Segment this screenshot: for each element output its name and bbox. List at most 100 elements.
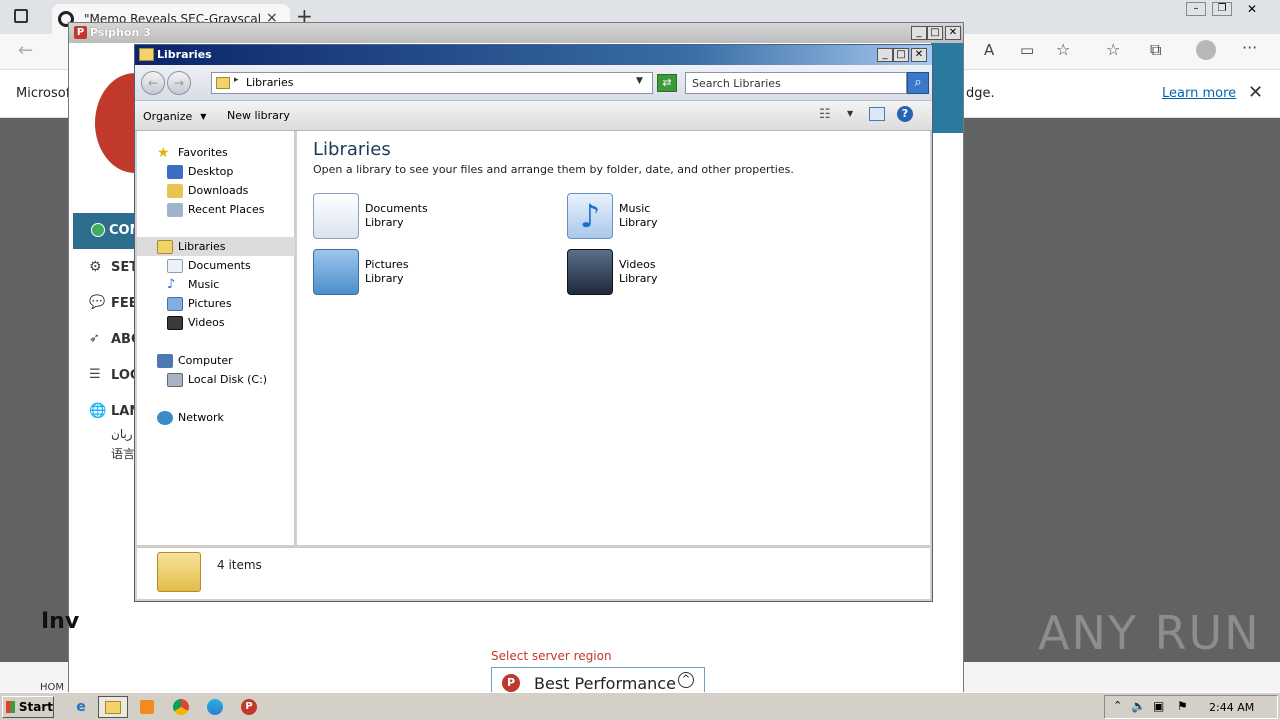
list-icon: ☰ bbox=[89, 367, 101, 382]
profile-avatar[interactable] bbox=[1196, 40, 1216, 60]
browser-restore-button[interactable]: ❐ bbox=[1212, 2, 1232, 16]
psiphon-titlebar: P Psiphon 3 _ □ ✕ bbox=[69, 23, 963, 43]
immersive-reader-icon[interactable]: ▭ bbox=[1020, 41, 1034, 59]
explorer-titlebar: Libraries _ □ ✕ bbox=[135, 45, 932, 65]
windows-logo-icon bbox=[6, 701, 15, 713]
nav-pictures[interactable]: Pictures bbox=[137, 294, 295, 313]
taskbar-media-player-icon[interactable] bbox=[132, 696, 162, 718]
nav-local-disk[interactable]: Local Disk (C:) bbox=[137, 370, 295, 389]
help-icon[interactable]: ? bbox=[897, 106, 913, 122]
page-heading-partial: Inv bbox=[41, 609, 80, 634]
nav-label: Videos bbox=[188, 316, 225, 329]
language-option-persian[interactable]: ربان bbox=[111, 427, 133, 441]
address-dropdown-icon[interactable]: ▼ bbox=[636, 76, 643, 86]
rocket-icon: ➶ bbox=[89, 331, 100, 346]
nav-label: Pictures bbox=[188, 297, 232, 310]
view-options-icon[interactable]: ☷ bbox=[819, 107, 831, 122]
explorer-close-button[interactable]: ✕ bbox=[911, 48, 927, 62]
library-tile-pictures[interactable]: Pictures Library bbox=[313, 249, 409, 295]
nav-label: Libraries bbox=[178, 240, 226, 253]
recent-places-icon bbox=[167, 202, 183, 217]
psiphon-maximize-button[interactable]: □ bbox=[927, 26, 943, 40]
nav-documents[interactable]: Documents bbox=[137, 256, 295, 275]
start-button[interactable]: Start bbox=[2, 696, 54, 718]
taskbar-ie-icon[interactable]: e bbox=[66, 696, 96, 718]
nav-label: Local Disk (C:) bbox=[188, 373, 268, 386]
psiphon-close-button[interactable]: ✕ bbox=[945, 26, 961, 40]
taskbar-chrome-icon[interactable] bbox=[166, 696, 196, 718]
psiphon-header-band bbox=[931, 43, 963, 133]
nav-label: Favorites bbox=[178, 146, 228, 159]
collections-icon[interactable]: ⧉ bbox=[1150, 40, 1161, 60]
new-library-button[interactable]: New library bbox=[227, 109, 290, 122]
taskbar-edge-icon[interactable] bbox=[200, 696, 230, 718]
library-type: Library bbox=[619, 216, 658, 229]
browser-minimize-button[interactable]: – bbox=[1186, 2, 1206, 16]
network-icon bbox=[157, 410, 173, 425]
nav-videos[interactable]: Videos bbox=[137, 313, 295, 332]
infobar-close-icon[interactable]: ✕ bbox=[1248, 82, 1263, 103]
music-library-icon: ♪ bbox=[567, 193, 613, 239]
music-icon: ♪ bbox=[167, 276, 176, 292]
star-icon: ★ bbox=[157, 144, 170, 161]
pictures-library-icon bbox=[313, 249, 359, 295]
library-name: Music bbox=[619, 202, 651, 215]
videos-library-icon bbox=[567, 249, 613, 295]
nav-libraries[interactable]: Libraries bbox=[137, 237, 295, 256]
read-aloud-icon[interactable]: A bbox=[984, 41, 994, 59]
explorer-details-pane: 4 items bbox=[137, 547, 930, 599]
libraries-large-icon bbox=[157, 552, 201, 592]
infobar-text-tail: dge. bbox=[966, 86, 995, 101]
psiphon-region-icon: P bbox=[502, 674, 520, 692]
refresh-button[interactable]: ⇄ bbox=[657, 74, 677, 92]
nav-desktop[interactable]: Desktop bbox=[137, 162, 295, 181]
taskbar-explorer-icon[interactable] bbox=[98, 696, 128, 718]
gear-icon: ⚙ bbox=[89, 259, 102, 275]
favorites-icon[interactable]: ☆ bbox=[1106, 40, 1120, 59]
library-tile-music[interactable]: ♪ Music Library bbox=[567, 193, 657, 239]
explorer-title: Libraries bbox=[157, 48, 212, 61]
explorer-maximize-button[interactable]: □ bbox=[893, 48, 909, 62]
search-placeholder: Search Libraries bbox=[692, 77, 781, 90]
view-dropdown-icon[interactable]: ▼ bbox=[847, 109, 853, 118]
nav-label: Music bbox=[188, 278, 220, 291]
preview-pane-icon[interactable] bbox=[869, 107, 885, 121]
network-tray-icon[interactable]: ▣ bbox=[1153, 699, 1164, 713]
browser-close-button[interactable]: ✕ bbox=[1242, 2, 1262, 16]
address-field[interactable]: ▸ Libraries ▼ bbox=[211, 72, 653, 94]
psiphon-logo-icon: P bbox=[74, 26, 87, 39]
videos-icon bbox=[167, 315, 183, 330]
psiphon-minimize-button[interactable]: _ bbox=[911, 26, 927, 40]
tab-actions-icon[interactable] bbox=[14, 9, 28, 23]
nav-favorites[interactable]: ★ Favorites bbox=[137, 143, 295, 162]
nav-computer[interactable]: Computer bbox=[137, 351, 295, 370]
nav-network[interactable]: Network bbox=[137, 408, 295, 427]
add-favorite-icon[interactable]: ☆ bbox=[1056, 40, 1070, 59]
learn-more-link[interactable]: Learn more bbox=[1162, 86, 1236, 101]
back-arrow-icon[interactable]: ← bbox=[18, 40, 33, 61]
library-tile-documents[interactable]: Documents Library bbox=[313, 193, 428, 239]
language-option-chinese[interactable]: 语言 bbox=[111, 445, 135, 462]
taskbar-psiphon-icon[interactable]: P bbox=[234, 696, 264, 718]
search-input[interactable]: Search Libraries bbox=[685, 72, 907, 94]
volume-icon[interactable]: 🔈 bbox=[1131, 699, 1146, 713]
more-menu-icon[interactable]: ··· bbox=[1242, 38, 1257, 57]
comment-icon: 💬 bbox=[89, 295, 106, 310]
tray-expand-icon[interactable]: ⌃ bbox=[1113, 699, 1122, 712]
library-tile-videos[interactable]: Videos Library bbox=[567, 249, 657, 295]
nav-recent-places[interactable]: Recent Places bbox=[137, 200, 295, 219]
forward-button[interactable]: → bbox=[167, 71, 191, 95]
back-button[interactable]: ← bbox=[141, 71, 165, 95]
library-name: Documents bbox=[365, 202, 428, 215]
organize-button[interactable]: Organize ▼ bbox=[143, 108, 206, 124]
browser-window-controls: – ❐ ✕ bbox=[1184, 2, 1280, 18]
explorer-minimize-button[interactable]: _ bbox=[877, 48, 893, 62]
nav-music[interactable]: ♪ Music bbox=[137, 275, 295, 294]
nav-downloads[interactable]: Downloads bbox=[137, 181, 295, 200]
breadcrumb-arrow-icon[interactable]: ▸ bbox=[234, 75, 239, 85]
explorer-navigation-pane: ★ Favorites Desktop Downloads Recent Pla… bbox=[137, 131, 295, 545]
search-icon[interactable]: ⌕ bbox=[907, 72, 929, 94]
action-center-flag-icon[interactable]: ⚑ bbox=[1177, 699, 1188, 713]
clock[interactable]: 2:44 AM bbox=[1209, 701, 1254, 714]
pictures-icon bbox=[167, 296, 183, 311]
